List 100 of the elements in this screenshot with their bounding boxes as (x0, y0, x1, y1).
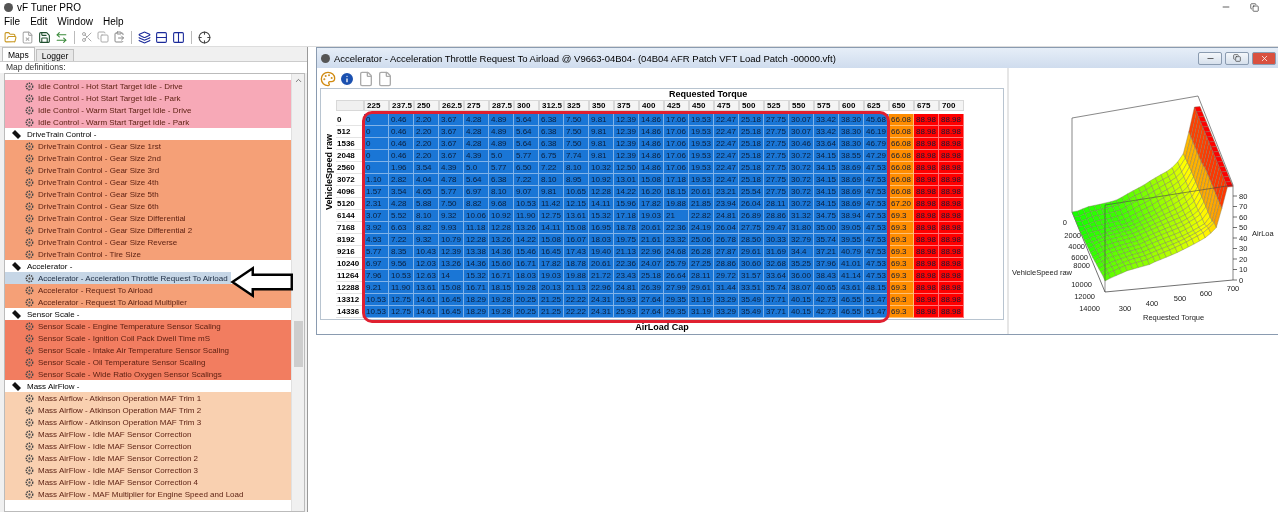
tree-item[interactable]: Mass AirFlow - MAF Multiplier for Engine Speed and Load (5, 488, 291, 500)
tree-item[interactable]: DriveTrain Control - Gear Size 5th (5, 188, 291, 200)
tree-item[interactable]: Sensor Scale - Engine Temperature Sensor Scaling (5, 320, 291, 332)
table-cell: 10.32 (589, 162, 614, 174)
folder-icon[interactable] (4, 30, 17, 44)
table-cell: 7.50 (564, 138, 589, 150)
table-cell: 9.32 (439, 210, 464, 222)
tree-item[interactable]: Mass AirFlow - Idle MAF Sensor Correction 3 (5, 464, 291, 476)
table-cell: 35.74 (764, 282, 789, 294)
column-header: 475 (714, 100, 739, 111)
table-cell: 18.15 (489, 282, 514, 294)
tree-item[interactable]: Mass Airflow - Atkinson Operation MAF Trim 2 (5, 404, 291, 416)
tree-item[interactable]: DriveTrain Control - Gear Size 2nd (5, 152, 291, 164)
document-icon[interactable] (377, 71, 393, 87)
tree-item[interactable]: Accelerator - Acceleration Throttle Request To Airload (5, 272, 231, 284)
tree-item[interactable]: Mass AirFlow - Idle MAF Sensor Correction (5, 440, 291, 452)
tree-item[interactable]: Accelerator - Request To Airload Multiplier (5, 296, 291, 308)
table-cell: 32.79 (789, 234, 814, 246)
table-cell: 5.77 (439, 186, 464, 198)
scroll-thumb[interactable] (293, 321, 303, 367)
table-cell: 9.21 (364, 282, 389, 294)
table-cell: 27.25 (689, 258, 714, 270)
table-cell: 5.77 (514, 150, 539, 162)
tree-item[interactable]: Mass AirFlow - Idle MAF Sensor Correction (5, 428, 291, 440)
table-cell: 20.25 (514, 306, 539, 318)
close-button[interactable] (1252, 51, 1276, 65)
table-cell: 22.47 (714, 162, 739, 174)
tree-item[interactable]: Idle Control - Hot Start Target Idle - Drive (5, 80, 291, 92)
tile-horizontal-icon[interactable] (155, 30, 168, 44)
restore-button[interactable] (1225, 51, 1249, 65)
table-cell: 5.77 (489, 162, 514, 174)
table-cell: 88.98 (914, 234, 939, 246)
info-icon[interactable] (339, 71, 355, 87)
tree-item[interactable]: DriveTrain Control - Gear Size 1rst (5, 140, 291, 152)
tree-item[interactable]: DriveTrain Control - Gear Size 4th (5, 176, 291, 188)
tile-vertical-icon[interactable] (172, 30, 185, 44)
table-cell: 15.32 (589, 210, 614, 222)
tree-item[interactable]: Idle Control - Warm Start Target Idle - Drive (5, 104, 291, 116)
tree-item[interactable]: Mass Airflow - Atkinson Operation MAF Trim 1 (5, 392, 291, 404)
menu-item[interactable]: Window (57, 15, 93, 27)
tree-item[interactable]: Sensor Scale - Intake Air Temperature Sensor Scaling (5, 344, 291, 356)
tree-item[interactable]: DriveTrain Control - Gear Size 6th (5, 200, 291, 212)
cascade-icon[interactable] (138, 30, 151, 44)
tree-item[interactable]: Idle Control - Warm Start Target Idle - Park (5, 116, 291, 128)
copy-icon[interactable] (97, 31, 109, 43)
menu-item[interactable]: Help (102, 15, 124, 27)
table-cell: 0 (364, 162, 389, 174)
exchange-icon[interactable] (55, 30, 68, 44)
minimize-button[interactable] (1198, 51, 1222, 65)
table-cell: 7.96 (364, 270, 389, 282)
tree-item[interactable]: DriveTrain Control - Gear Size Reverse (5, 236, 291, 248)
table-cell: 29.61 (689, 282, 714, 294)
table-cell: 9.81 (539, 186, 564, 198)
window-title: Accelerator - Acceleration Throttle Request To Airload @ V9663-04B04- (04B04 AFR Patch VFT Load Patch -00000.vft) (334, 52, 836, 64)
tab[interactable]: Maps (2, 47, 35, 61)
table-cell: 40.79 (839, 246, 864, 258)
tree-item[interactable]: DriveTrain Control - Tire Size (5, 248, 291, 260)
tree-item[interactable]: Mass AirFlow - Idle MAF Sensor Correction 4 (5, 476, 291, 488)
table-cell: 6.38 (539, 138, 564, 150)
table-cell: 48.15 (864, 282, 889, 294)
table-cell: 8.10 (539, 174, 564, 186)
table-cell: 88.98 (914, 198, 939, 210)
table-cell: 35.00 (814, 222, 839, 234)
menu-item[interactable]: Edit (30, 15, 48, 27)
table-cell: 18.78 (564, 258, 589, 270)
table-cell: 14.61 (414, 294, 439, 306)
table-cell: 19.53 (689, 114, 714, 126)
table-cell: 15.60 (489, 258, 514, 270)
tree-item[interactable]: Sensor Scale - Oil Temperature Sensor Scaling (5, 356, 291, 368)
table-cell: 24.19 (689, 222, 714, 234)
column-header: 450 (689, 100, 714, 111)
table-cell: 88.98 (914, 174, 939, 186)
tree-item[interactable]: Sensor Scale - Ignition Coil Pack Dwell Time mS (5, 332, 291, 344)
tab[interactable]: Logger (35, 49, 75, 61)
table-cell: 51.47 (864, 294, 889, 306)
tree-item[interactable]: DriveTrain Control - Gear Size Differential (5, 212, 291, 224)
cut-icon[interactable] (81, 31, 93, 43)
table-cell: 31.44 (714, 282, 739, 294)
table-cell: 22.36 (664, 222, 689, 234)
table-cell: 0 (364, 114, 389, 126)
table-cell: 12.28 (589, 186, 614, 198)
table-cell: 21.13 (614, 246, 639, 258)
tree-item[interactable]: Sensor Scale - Wide Ratio Oxygen Sensor Scalings (5, 368, 291, 380)
scroll-up-icon[interactable] (293, 76, 303, 85)
menu-item[interactable]: File (4, 15, 21, 27)
paste-icon[interactable] (113, 31, 125, 43)
tree-item[interactable]: Mass AirFlow - Idle MAF Sensor Correction 2 (5, 452, 291, 464)
crosshair-icon[interactable] (198, 30, 211, 44)
tree-item[interactable]: DriveTrain Control - Gear Size Differential 2 (5, 224, 291, 236)
tree-item[interactable]: Idle Control - Hot Start Target Idle - Park (5, 92, 291, 104)
tree-item[interactable]: DriveTrain Control - Gear Size 3rd (5, 164, 291, 176)
restore-button[interactable] (1248, 1, 1260, 13)
table-cell: 30.72 (789, 186, 814, 198)
tree-item[interactable]: Mass Airflow - Atkinson Operation MAF Trim 3 (5, 416, 291, 428)
app-icon (4, 2, 13, 12)
table-cell: 88.98 (914, 150, 939, 162)
save-icon[interactable] (38, 30, 51, 44)
table-cell: 51.47 (864, 306, 889, 318)
table-cell: 30.72 (789, 150, 814, 162)
table-cell: 15.08 (439, 282, 464, 294)
